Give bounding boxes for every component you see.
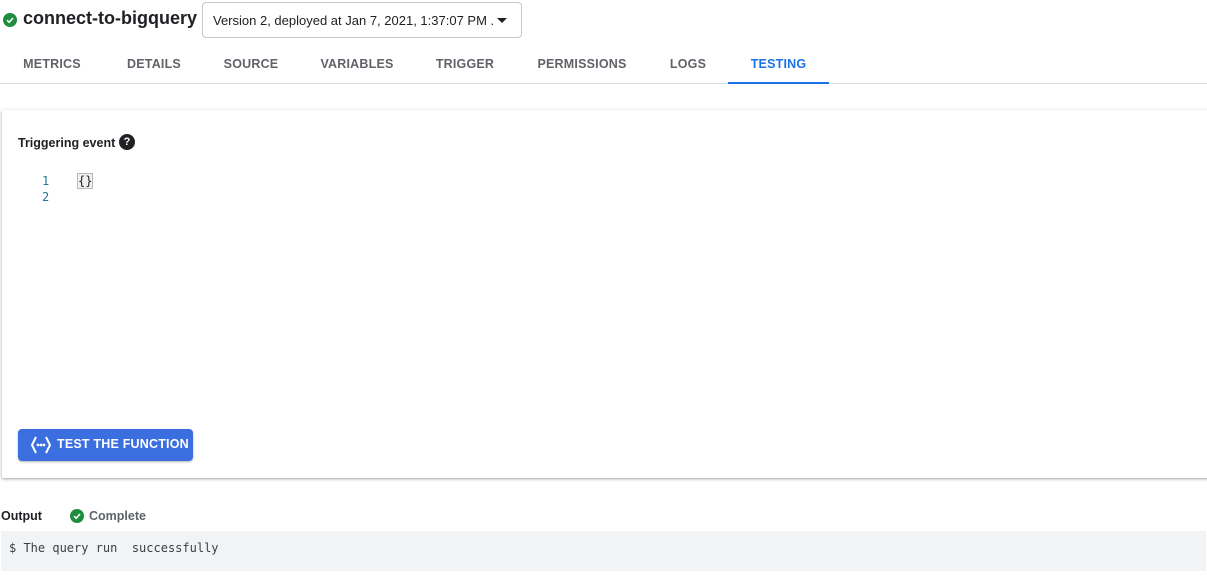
cloud-functions-icon <box>30 436 52 454</box>
check-circle-icon <box>3 13 17 27</box>
function-header: connect-to-bigquery Version 2, deployed … <box>0 0 1207 40</box>
tab-bar: METRICS DETAILS SOURCE VARIABLES TRIGGER… <box>0 45 1207 84</box>
tab-details[interactable]: DETAILS <box>104 45 204 84</box>
console-output-text: $ The query run successfully <box>9 541 219 555</box>
line-number: 1 <box>42 174 50 188</box>
tab-testing[interactable]: TESTING <box>728 45 829 84</box>
dropdown-arrow-icon <box>497 18 507 23</box>
tab-logs[interactable]: LOGS <box>650 45 726 84</box>
help-icon[interactable]: ? <box>119 134 135 150</box>
line-number: 2 <box>42 190 50 204</box>
triggering-event-label: Triggering event <box>18 136 116 150</box>
check-circle-icon <box>70 509 84 523</box>
test-function-button-label: TEST THE FUNCTION <box>57 437 189 451</box>
tab-source[interactable]: SOURCE <box>204 45 298 84</box>
output-console: $ The query run successfully <box>1 531 1206 571</box>
code-text: {} <box>76 173 94 189</box>
version-select[interactable]: Version 2, deployed at Jan 7, 2021, 1:37… <box>202 2 522 38</box>
version-select-value: Version 2, deployed at Jan 7, 2021, 1:37… <box>213 13 495 28</box>
output-label: Output <box>1 509 42 523</box>
tab-metrics[interactable]: METRICS <box>0 45 104 84</box>
function-name: connect-to-bigquery <box>23 8 197 28</box>
output-status: Complete <box>89 509 146 523</box>
tab-trigger[interactable]: TRIGGER <box>416 45 514 84</box>
triggering-event-editor[interactable]: 1 {} 2 <box>18 170 1188 410</box>
tab-variables[interactable]: VARIABLES <box>298 45 416 84</box>
code-line: {} <box>76 173 94 189</box>
testing-panel: Triggering event ? 1 {} 2 TEST THE FUNCT… <box>2 110 1207 478</box>
tab-permissions[interactable]: PERMISSIONS <box>514 45 650 84</box>
test-function-button[interactable]: TEST THE FUNCTION <box>18 429 193 461</box>
